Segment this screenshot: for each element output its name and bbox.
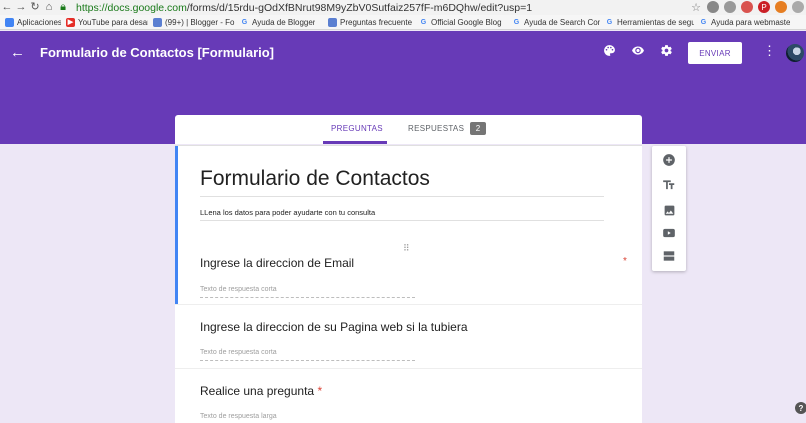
add-image-icon[interactable]	[661, 202, 677, 218]
description-underline	[200, 220, 604, 221]
bookmark-item[interactable]: ▶ YouTube para desarr	[66, 17, 148, 27]
tabs-bar: PREGUNTAS RESPUESTAS 2	[175, 115, 642, 144]
more-vert-icon[interactable]: ⋮	[763, 43, 776, 59]
reload-icon[interactable]: ↻	[28, 0, 42, 15]
google-icon: G	[420, 18, 427, 26]
preview-eye-icon[interactable]	[631, 44, 645, 60]
bookmark-item[interactable]: G Ayuda de Blogger	[240, 18, 323, 27]
question-title[interactable]: Ingrese la direccion de su Pagina web si…	[200, 320, 468, 334]
url-host: https://docs.google.com	[76, 1, 187, 14]
blogger-icon	[153, 17, 162, 27]
page-title: Formulario de Contactos [Formulario]	[40, 45, 275, 60]
answer-line	[200, 360, 415, 361]
avatar[interactable]	[786, 44, 804, 62]
side-toolbar	[652, 146, 686, 271]
add-section-icon[interactable]	[661, 248, 677, 264]
add-title-icon[interactable]	[661, 177, 677, 193]
back-arrow-icon[interactable]: ←	[0, 0, 14, 15]
title-underline	[200, 196, 604, 197]
active-tab-indicator	[323, 141, 387, 144]
bookmark-item[interactable]: G Ayuda para webmaste	[699, 18, 799, 27]
help-icon[interactable]: ?	[795, 402, 806, 414]
answer-placeholder: Texto de respuesta larga	[200, 413, 277, 420]
drag-handle-icon[interactable]: ⠿	[403, 243, 411, 254]
send-button[interactable]: ENVIAR	[688, 42, 742, 64]
forward-arrow-icon[interactable]: →	[14, 0, 28, 15]
answer-line	[200, 297, 415, 298]
question-title[interactable]: Ingrese la direccion de Email	[200, 256, 354, 270]
palette-icon[interactable]	[603, 44, 616, 60]
active-section-indicator	[175, 146, 178, 304]
extension-icon[interactable]	[792, 1, 804, 13]
bookmark-item[interactable]: G Herramientas de segu	[605, 18, 694, 27]
bookmark-item[interactable]: Preguntas frecuente	[328, 17, 414, 27]
url-path: /forms/d/15rdu-gOdXfBNrut98M9yZbV0Sutfai…	[186, 1, 533, 14]
bookmark-item[interactable]: G Official Google Blog	[419, 18, 507, 27]
google-icon: G	[606, 18, 613, 26]
tab-respuestas[interactable]: RESPUESTAS	[408, 124, 464, 133]
settings-gear-icon[interactable]	[660, 44, 673, 60]
form-title-field[interactable]: Formulario de Contactos	[200, 167, 430, 191]
url-field[interactable]: https://docs.google.com/forms/d/15rdu-gO…	[76, 2, 532, 14]
pinterest-icon[interactable]: P	[758, 1, 770, 13]
back-arrow-icon[interactable]: ←	[10, 44, 25, 61]
form-card: Formulario de Contactos LLena los datos …	[175, 145, 642, 423]
form-description-field[interactable]: LLena los datos para poder ayudarte con …	[200, 208, 375, 217]
bookmark-item[interactable]: (99+) | Blogger - Foro	[153, 17, 235, 27]
responses-count-badge: 2	[470, 122, 486, 135]
answer-placeholder: Texto de respuesta corta	[200, 286, 277, 293]
google-icon: G	[241, 18, 248, 26]
question-title[interactable]: Realice una pregunta *	[200, 384, 322, 398]
extension-icon[interactable]	[707, 1, 719, 13]
extension-icons: ☆ P	[690, 1, 804, 14]
question-divider	[175, 304, 642, 305]
add-video-icon[interactable]	[661, 225, 677, 241]
home-icon[interactable]: ⌂	[42, 0, 56, 15]
bookmark-item[interactable]: G Ayuda de Search Con	[512, 18, 600, 27]
google-icon: G	[513, 18, 520, 26]
apps-grid-icon	[5, 17, 14, 27]
blogger-icon	[328, 17, 337, 27]
required-asterisk: *	[317, 384, 323, 398]
required-asterisk: *	[623, 256, 627, 267]
answer-placeholder: Texto de respuesta corta	[200, 349, 277, 356]
browser-address-bar: ← → ↻ ⌂ 🔒︎ https://docs.google.com/forms…	[0, 0, 806, 15]
bookmark-item[interactable]: Aplicaciones	[5, 17, 61, 27]
question-label: Realice una pregunta	[200, 384, 315, 398]
tab-preguntas[interactable]: PREGUNTAS	[331, 124, 383, 133]
star-bookmark-icon[interactable]: ☆	[690, 1, 702, 14]
question-divider	[175, 368, 642, 369]
extension-icon[interactable]	[741, 1, 753, 13]
bookmarks-bar: Aplicaciones ▶ YouTube para desarr (99+) …	[0, 15, 806, 30]
youtube-icon: ▶	[66, 17, 75, 27]
add-question-icon[interactable]	[661, 152, 677, 168]
google-icon: G	[700, 18, 707, 26]
extension-icon[interactable]	[775, 1, 787, 13]
extension-icon[interactable]	[724, 1, 736, 13]
secure-lock-icon: 🔒︎	[60, 1, 66, 13]
